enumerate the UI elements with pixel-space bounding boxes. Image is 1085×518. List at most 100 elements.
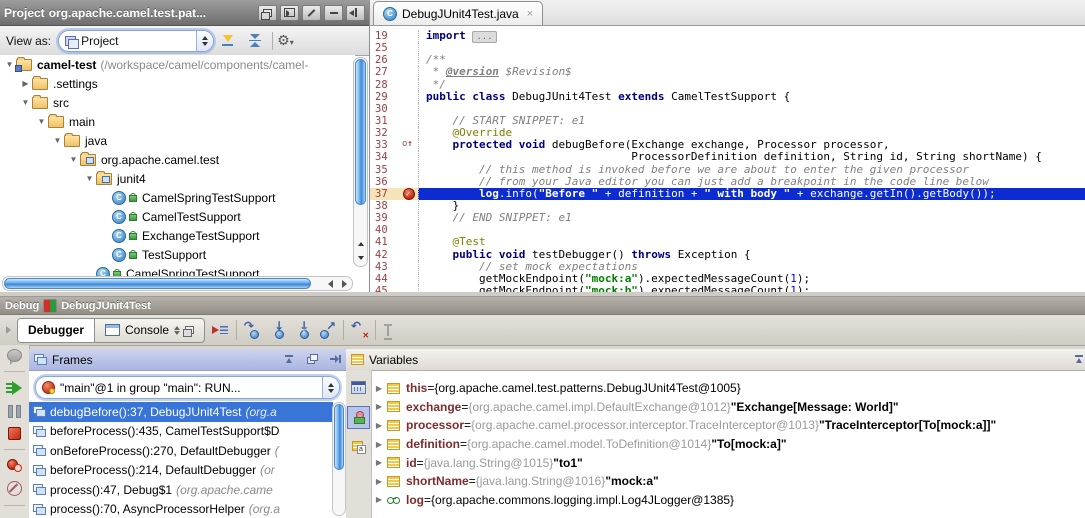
hide-panel-icon[interactable] — [346, 5, 365, 21]
gutter[interactable] — [401, 176, 418, 188]
variable-row-log[interactable]: ▶log = {org.apache.commons.logging.impl.… — [371, 491, 1085, 510]
frame-row-4[interactable]: process():47, Debug$1 (org.apache.came — [29, 480, 333, 500]
step-out-icon[interactable]: ↗ — [318, 321, 337, 340]
hide-frames-icon[interactable] — [329, 354, 341, 366]
tree-item-camelspringtestsupport[interactable]: CamelSpringTestSupport — [0, 188, 355, 207]
expand-arrow-icon[interactable]: ▶ — [371, 421, 387, 430]
show-types-icon[interactable] — [347, 436, 370, 459]
tree-collapsed-arrow-icon[interactable]: ▶ — [20, 79, 31, 88]
evaluate-calculator-icon[interactable] — [347, 376, 370, 399]
frame-row-0[interactable]: debugBefore():37, DebugJUnit4Test (org.a — [29, 402, 333, 422]
gutter[interactable] — [401, 273, 418, 285]
variable-row-this[interactable]: ▶this = {org.apache.camel.test.patterns.… — [371, 379, 1085, 398]
mute-breakpoints-icon[interactable] — [7, 481, 22, 496]
gutter[interactable] — [401, 188, 418, 200]
expand-arrow-icon[interactable]: ▶ — [371, 458, 387, 467]
tree-item-junit4[interactable]: ▼junit4 — [0, 169, 355, 188]
tree-item--settings[interactable]: ▶.settings — [0, 74, 355, 93]
view-as-dropdown[interactable]: Project — [58, 30, 214, 52]
expand-arrow-icon[interactable]: ▶ — [371, 440, 387, 449]
watches-icon[interactable] — [347, 406, 370, 429]
wand-icon[interactable] — [302, 5, 321, 21]
code-editor[interactable]: 19import ...2526/**27 * @version $Revisi… — [370, 26, 1085, 292]
gutter[interactable] — [401, 249, 418, 261]
gutter[interactable] — [401, 79, 418, 91]
tree-item-camel-test[interactable]: ▼camel-test(/workspace/camel/components/… — [0, 55, 355, 74]
frame-row-3[interactable]: beforeProcess():214, DefaultDebugger (or — [29, 461, 333, 481]
hide-tabs-icon[interactable] — [6, 326, 11, 334]
tree-vertical-scrollbar[interactable] — [353, 57, 368, 267]
gutter[interactable] — [401, 115, 418, 127]
force-step-into-icon[interactable]: ↓ — [293, 321, 312, 340]
step-into-icon[interactable]: ↓ — [268, 321, 287, 340]
tree-item-src[interactable]: ▼src — [0, 93, 355, 112]
gutter[interactable] — [401, 66, 418, 78]
variables-header[interactable]: Variables — [346, 349, 1085, 371]
tree-expanded-arrow-icon[interactable]: ▼ — [20, 98, 31, 107]
tree-item-cameltestsupport[interactable]: CamelTestSupport — [0, 207, 355, 226]
show-execution-point-icon[interactable] — [211, 322, 230, 339]
dock-window-icon[interactable] — [280, 5, 299, 21]
evaluate-expression-icon[interactable] — [382, 323, 394, 338]
expand-arrow-icon[interactable]: ▶ — [371, 477, 387, 486]
tab-debugger[interactable]: Debugger — [18, 319, 94, 342]
expand-arrow-icon[interactable]: ▶ — [371, 384, 387, 393]
variable-row-processor[interactable]: ▶processor = {org.apache.camel.processor… — [371, 416, 1085, 435]
close-tab-icon[interactable]: × — [527, 8, 533, 20]
project-panel-titlebar[interactable]: Project org.apache.camel.test.pat... — [0, 0, 369, 26]
notifications-icon[interactable] — [7, 349, 22, 362]
view-breakpoints-icon[interactable] — [7, 459, 22, 472]
tree-horizontal-scrollbar[interactable] — [2, 276, 353, 291]
scroll-up-icon[interactable] — [354, 237, 367, 250]
float-frames-icon[interactable] — [306, 354, 318, 366]
float-window-icon[interactable] — [258, 5, 277, 21]
gutter[interactable] — [401, 261, 418, 273]
gutter[interactable] — [401, 212, 418, 224]
variable-row-shortName[interactable]: ▶shortName = {java.lang.String@1016}"moc… — [371, 472, 1085, 491]
frame-row-2[interactable]: onBeforeProcess():270, DefaultDebugger ( — [29, 441, 333, 461]
pause-program-icon[interactable] — [8, 405, 21, 418]
tab-console[interactable]: Console — [94, 319, 204, 342]
dropdown-stepper-icon[interactable] — [196, 31, 213, 51]
breakpoint-icon[interactable] — [403, 188, 415, 200]
debug-panel-titlebar[interactable]: Debug DebugJUnit4Test — [0, 297, 1085, 315]
gutter[interactable] — [401, 91, 418, 103]
move-variables-icon[interactable] — [1073, 354, 1085, 366]
frame-row-1[interactable]: beforeProcess():435, CamelTestSupport$D — [29, 422, 333, 442]
override-marker-icon[interactable]: o↑ — [402, 139, 413, 149]
settings-gear-icon[interactable]: ⚙▾ — [277, 33, 294, 49]
move-to-top-icon[interactable] — [283, 354, 295, 366]
gutter[interactable] — [401, 127, 418, 139]
drop-frame-icon[interactable]: ↶✕ — [350, 321, 369, 340]
tree-expanded-arrow-icon[interactable]: ▼ — [52, 136, 63, 145]
gutter[interactable] — [401, 224, 418, 236]
variable-row-id[interactable]: ▶id = {java.lang.String@1015}"to1" — [371, 453, 1085, 472]
tree-expanded-arrow-icon[interactable]: ▼ — [36, 117, 47, 126]
expand-arrow-icon[interactable]: ▶ — [371, 402, 387, 411]
variable-row-exchange[interactable]: ▶exchange = {org.apache.camel.impl.Defau… — [371, 398, 1085, 417]
thread-stepper-icon[interactable] — [322, 377, 339, 398]
gutter[interactable] — [401, 285, 418, 292]
stop-icon[interactable] — [8, 427, 21, 440]
gutter[interactable]: o↑ — [401, 139, 418, 151]
tree-item-exchangetestsupport[interactable]: ExchangeTestSupport — [0, 226, 355, 245]
tree-item-java[interactable]: ▼java — [0, 131, 355, 150]
gutter[interactable] — [401, 30, 418, 42]
frames-scrollbar[interactable] — [332, 402, 346, 516]
gutter[interactable] — [401, 200, 418, 212]
step-over-icon[interactable]: ↷ — [243, 321, 262, 340]
tree-expanded-arrow-icon[interactable]: ▼ — [84, 174, 95, 183]
thread-selector-dropdown[interactable]: "main"@1 in group "main": RUN... — [35, 376, 340, 399]
editor-tab-debugjunit4test[interactable]: DebugJUnit4Test.java × — [373, 1, 543, 25]
tree-item-testsupport[interactable]: TestSupport — [0, 245, 355, 264]
variable-row-definition[interactable]: ▶definition = {org.apache.camel.model.To… — [371, 435, 1085, 454]
gutter[interactable] — [401, 103, 418, 115]
scroll-right-icon[interactable] — [338, 277, 351, 290]
tree-expanded-arrow-icon[interactable]: ▼ — [4, 60, 15, 69]
tree-item-org-apache-camel-test[interactable]: ▼org.apache.camel.test — [0, 150, 355, 169]
gutter[interactable] — [401, 42, 418, 54]
scroll-down-icon[interactable] — [354, 251, 367, 264]
resume-program-icon[interactable] — [6, 381, 23, 396]
scroll-from-source-icon[interactable] — [221, 34, 234, 47]
gutter[interactable] — [401, 236, 418, 248]
